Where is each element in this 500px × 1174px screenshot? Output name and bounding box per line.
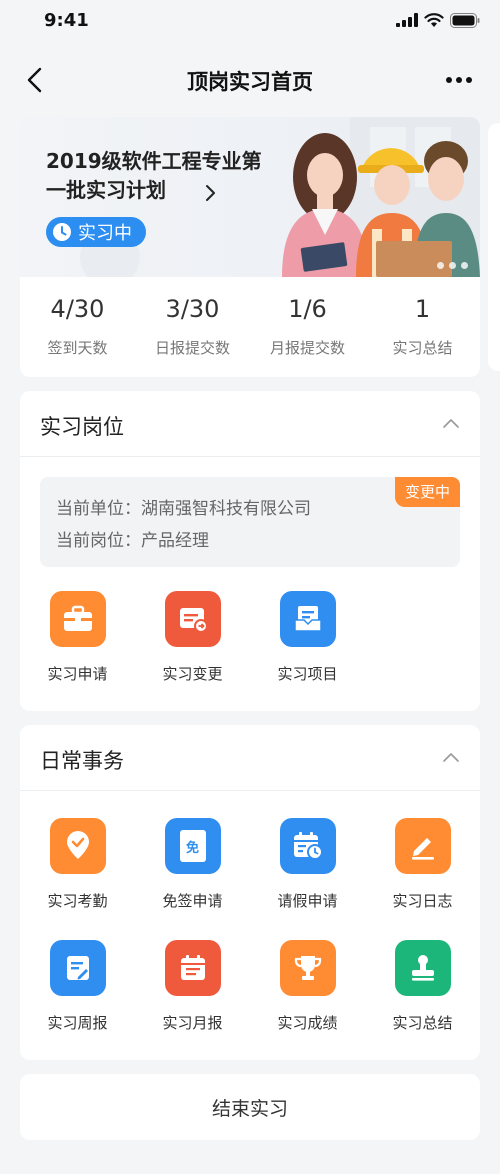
stat-label: 日报提交数	[154, 339, 230, 357]
trophy-icon	[279, 940, 336, 996]
monthly-calendar-icon	[164, 940, 221, 996]
stat-summary[interactable]: 1 实习总结	[365, 287, 480, 367]
action-leave-apply[interactable]: 请假申请	[250, 818, 365, 911]
action-label: 免签申请	[162, 892, 223, 910]
action-label: 实习月报	[162, 1014, 223, 1032]
stats-row: 4/30 签到天数 3/30 日报提交数 1/6 月报提交数 1 实习总结	[20, 287, 480, 367]
pencil-icon	[394, 818, 451, 874]
location-check-icon	[49, 818, 106, 874]
wifi-icon	[424, 12, 444, 27]
action-label: 请假申请	[277, 892, 338, 910]
exempt-doc-label: 免	[179, 830, 206, 862]
weekly-report-icon	[49, 940, 106, 996]
status-pill-label: 实习中	[78, 223, 132, 244]
current-position: 当前岗位：产品经理	[56, 531, 209, 551]
section-title: 实习岗位	[40, 415, 124, 439]
status-badge: 变更中	[394, 477, 460, 507]
section-header: 日常事务	[20, 725, 480, 791]
plan-title: 2019级软件工程专业第一批实习计划	[46, 149, 262, 202]
next-banner-card-peek[interactable]	[488, 123, 500, 371]
end-internship-button[interactable]: 结束实习	[20, 1074, 480, 1140]
status-bar: 9:41	[0, 0, 500, 40]
stat-monthly-reports[interactable]: 1/6 月报提交数	[250, 287, 365, 367]
nav-bar: 顶岗实习首页	[0, 52, 500, 108]
stamp-icon	[394, 940, 451, 996]
battery-icon	[450, 12, 480, 28]
internship-plan-card[interactable]: 2019级软件工程专业第一批实习计划 实习中 4/30 签到天数 3/30 日报…	[20, 117, 480, 377]
action-label: 实习项目	[277, 665, 338, 683]
calendar-clock-icon	[279, 818, 336, 874]
action-internship-summary[interactable]: 实习总结	[365, 940, 480, 1033]
chevron-right-icon[interactable]	[204, 183, 218, 203]
stat-value: 4/30	[50, 295, 105, 323]
action-exempt-apply[interactable]: 免 免签申请	[135, 818, 250, 911]
action-label: 实习总结	[392, 1014, 453, 1032]
stat-daily-reports[interactable]: 3/30 日报提交数	[135, 287, 250, 367]
page-title: 顶岗实习首页	[187, 70, 313, 94]
status-icons	[396, 12, 480, 28]
stat-label: 实习总结	[392, 339, 453, 357]
action-internship-score[interactable]: 实习成绩	[250, 940, 365, 1033]
project-doc-icon	[279, 591, 336, 647]
chevron-up-icon[interactable]	[442, 751, 460, 763]
action-label: 实习成绩	[277, 1014, 338, 1032]
daily-actions-row-1: 实习考勤 免 免签申请 请假申请 实习日志	[20, 818, 480, 911]
action-internship-project[interactable]: 实习项目	[250, 591, 365, 684]
section-header: 实习岗位	[20, 391, 480, 457]
daily-actions-row-2: 实习周报 实习月报 实习成绩 实习总结	[20, 940, 480, 1033]
action-internship-apply[interactable]: 实习申请	[20, 591, 135, 684]
action-internship-log[interactable]: 实习日志	[365, 818, 480, 911]
chevron-up-icon[interactable]	[442, 417, 460, 429]
clock-icon	[53, 223, 71, 241]
action-attendance[interactable]: 实习考勤	[20, 818, 135, 911]
action-monthly-report[interactable]: 实习月报	[135, 940, 250, 1033]
status-pill: 实习中	[46, 217, 146, 247]
stat-value: 1	[414, 295, 431, 323]
more-options-icon[interactable]	[446, 70, 474, 90]
briefcase-icon	[49, 591, 106, 647]
stat-label: 月报提交数	[269, 339, 345, 357]
action-label: 实习考勤	[47, 892, 108, 910]
current-company: 当前单位：湖南强智科技有限公司	[56, 499, 311, 519]
section-title: 日常事务	[40, 749, 124, 773]
exempt-doc-icon: 免	[164, 818, 221, 874]
stat-label: 签到天数	[47, 339, 108, 357]
change-doc-icon	[164, 591, 221, 647]
action-internship-change[interactable]: 实习变更	[135, 591, 250, 684]
internship-position-card: 实习岗位 当前单位：湖南强智科技有限公司 当前岗位：产品经理 变更中 实习申请	[20, 391, 480, 711]
stat-checkin-days[interactable]: 4/30 签到天数	[20, 287, 135, 367]
action-label: 实习周报	[47, 1014, 108, 1032]
signal-icon	[396, 13, 418, 27]
action-label: 实习日志	[392, 892, 453, 910]
current-position-info: 当前单位：湖南强智科技有限公司 当前岗位：产品经理 变更中	[40, 477, 460, 567]
stat-value: 3/30	[165, 295, 220, 323]
position-actions: 实习申请 实习变更 实习项目	[20, 591, 480, 684]
action-label: 实习申请	[47, 665, 108, 683]
action-weekly-report[interactable]: 实习周报	[20, 940, 135, 1033]
status-time: 9:41	[44, 10, 89, 31]
stat-value: 1/6	[288, 295, 327, 323]
action-label: 实习变更	[162, 665, 223, 683]
carousel-dots	[437, 262, 468, 269]
daily-affairs-card: 日常事务 实习考勤 免 免签申请 请假申请 实习日志 实习周报 实习月报 实习成…	[20, 725, 480, 1060]
